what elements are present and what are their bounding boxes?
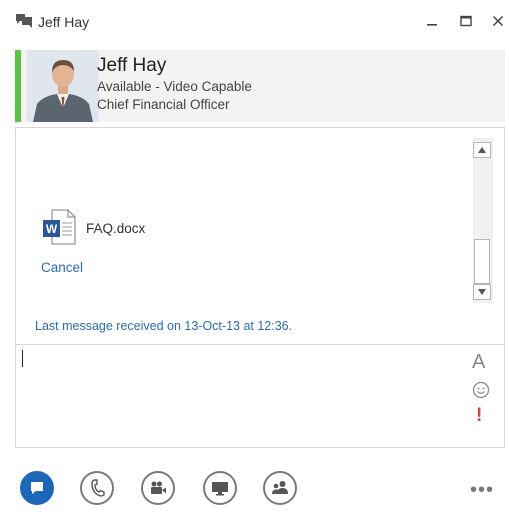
arrow-up-icon: [478, 147, 486, 153]
conversation-toolbar: •••: [0, 465, 509, 519]
phone-icon: [91, 479, 105, 497]
video-camera-icon: [151, 481, 166, 494]
conversation-scrollbar[interactable]: [473, 138, 493, 303]
video-button[interactable]: [141, 471, 175, 505]
file-name[interactable]: FAQ.docx: [86, 221, 145, 236]
title-bar: Jeff Hay: [0, 0, 509, 44]
present-button[interactable]: [203, 471, 237, 505]
person-photo-icon: [27, 50, 99, 122]
minimize-icon: [427, 24, 437, 26]
contact-card: Jeff Hay Available - Video Capable Chief…: [15, 50, 505, 122]
arrow-down-icon: [478, 289, 486, 295]
participants-button[interactable]: [263, 471, 297, 505]
word-document-icon[interactable]: W: [42, 209, 76, 245]
call-button[interactable]: [80, 471, 114, 505]
window-title: Jeff Hay: [38, 14, 90, 30]
contact-job-title: Chief Financial Officer: [97, 97, 230, 112]
conversation-history: W FAQ.docx Cancel Last message received …: [15, 127, 505, 345]
message-input[interactable]: A !: [15, 344, 505, 448]
scroll-up-button[interactable]: [473, 142, 491, 158]
font-format-button[interactable]: A: [472, 351, 485, 374]
presence-indicator: [15, 50, 21, 122]
contact-name: Jeff Hay: [97, 55, 167, 76]
people-icon: [272, 481, 288, 494]
contact-status: Available - Video Capable: [97, 79, 252, 94]
avatar[interactable]: [27, 50, 99, 122]
cancel-transfer-link[interactable]: Cancel: [41, 260, 83, 275]
close-icon: [492, 15, 504, 27]
last-message-info: Last message received on 13-Oct-13 at 12…: [35, 319, 293, 333]
high-importance-button[interactable]: !: [476, 405, 482, 427]
im-button[interactable]: [20, 471, 54, 505]
skype-chat-icon: [16, 14, 32, 28]
scroll-down-button[interactable]: [473, 284, 491, 300]
close-button[interactable]: [486, 9, 509, 33]
monitor-icon: [212, 482, 228, 496]
chat-bubble-icon: [31, 482, 43, 494]
svg-text:W: W: [46, 222, 58, 236]
text-caret: [22, 350, 23, 367]
scroll-thumb[interactable]: [474, 239, 490, 284]
maximize-icon: [460, 15, 472, 27]
more-options-button[interactable]: •••: [470, 479, 494, 502]
minimize-button[interactable]: [420, 9, 444, 33]
emoticon-icon[interactable]: [472, 381, 490, 399]
maximize-button[interactable]: [454, 9, 478, 33]
